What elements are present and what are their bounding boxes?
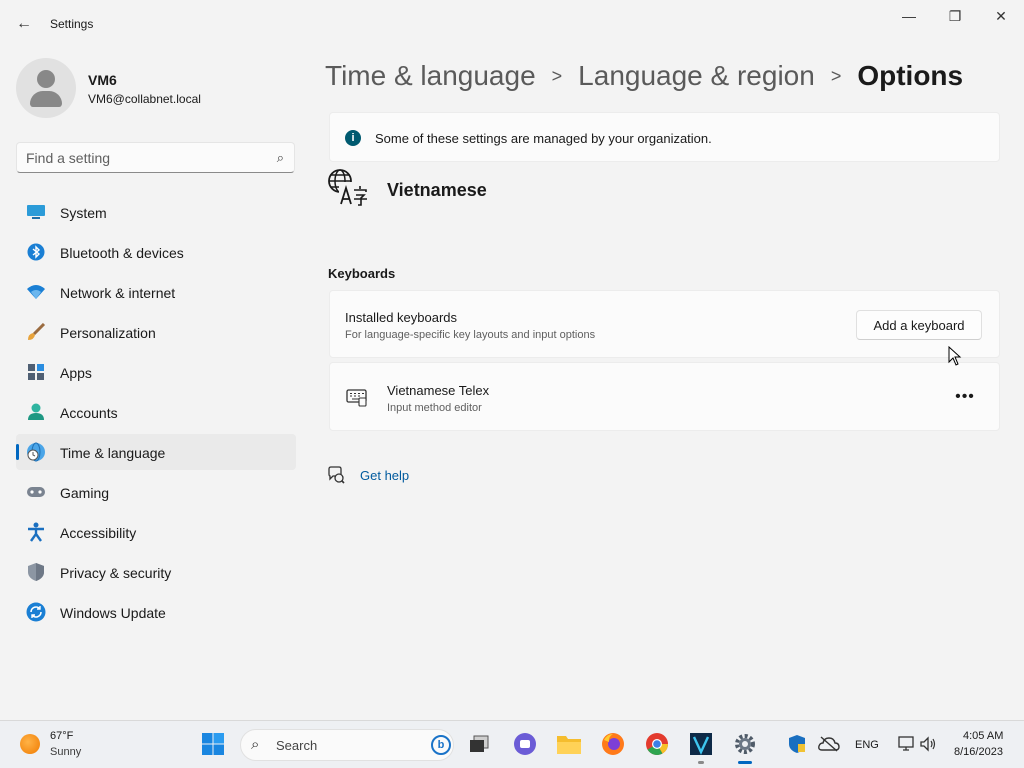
sidebar-item-apps[interactable]: Apps [16,354,296,390]
keyboard-list-item: Vietnamese Telex Input method editor ••• [329,362,1000,431]
sidebar-item-gaming[interactable]: Gaming [16,474,296,510]
installed-keyboards-subtitle: For language-specific key layouts and in… [345,329,596,341]
avatar [16,58,76,118]
sidebar-nav: System Bluetooth & devices Network & int… [16,194,296,634]
sidebar-item-label: Apps [60,365,92,381]
taskbar-search[interactable]: ⌕ Search b [240,729,454,761]
help-icon [327,466,345,484]
breadcrumb: Time & language > Language & region > Op… [325,58,963,94]
sidebar-item-label: Privacy & security [60,565,172,581]
add-keyboard-button[interactable]: Add a keyboard [856,310,982,340]
chevron-right-icon: > [551,65,563,86]
time-language-icon [26,442,46,462]
get-help-link[interactable]: Get help [360,468,409,483]
user-name: VM6 [88,72,117,88]
breadcrumb-language-region[interactable]: Language & region [578,60,815,92]
accessibility-icon [26,522,46,542]
taskbar: 67°F Sunny ⌕ Search b ENG 4:05 AM 8/16/2… [0,720,1024,768]
installed-keyboards-title: Installed keyboards [345,310,458,325]
sidebar-item-label: Time & language [60,445,166,461]
taskbar-search-label: Search [276,738,318,753]
brush-icon [26,323,46,341]
user-profile[interactable]: VM6 VM6@collabnet.local [16,58,296,118]
search-icon: ⌕ [276,150,284,165]
update-icon [26,602,46,622]
file-explorer-icon[interactable] [556,731,582,757]
sidebar-item-label: Bluetooth & devices [60,245,184,261]
gamepad-icon [26,483,46,501]
language-icon [327,168,371,208]
chevron-right-icon: > [830,65,842,86]
weather-condition: Sunny [50,746,82,758]
defender-icon[interactable] [784,731,810,757]
sidebar-item-windows-update[interactable]: Windows Update [16,594,296,630]
page-title: Options [857,60,964,91]
sidebar-item-accounts[interactable]: Accounts [16,394,296,430]
keyboard-name: Vietnamese Telex [387,383,490,398]
sidebar-item-privacy[interactable]: Privacy & security [16,554,296,590]
sidebar-item-personalization[interactable]: Personalization [16,314,296,350]
sidebar-item-system[interactable]: System [16,194,296,230]
close-button[interactable]: ✕ [978,0,1024,32]
sidebar-item-label: Network & internet [60,285,176,301]
keyboard-icon [346,387,368,407]
onedrive-offline-icon[interactable] [816,731,842,757]
wifi-icon [26,283,46,301]
chat-icon[interactable] [512,731,538,757]
running-indicator-active [738,761,752,764]
settings-gear-icon[interactable] [732,731,758,757]
maximize-button[interactable]: ❐ [932,0,978,32]
sidebar-item-label: System [60,205,107,221]
weather-widget[interactable]: 67°F Sunny [20,730,140,762]
back-button[interactable]: ← [12,12,36,36]
start-icon[interactable] [200,731,226,757]
installed-keyboards-card: Installed keyboards For language-specifi… [329,290,1000,358]
sun-icon [20,734,40,754]
vm-app-icon[interactable] [688,731,714,757]
managed-notice: i Some of these settings are managed by … [329,112,1000,162]
clock-date[interactable]: 8/16/2023 [954,746,1003,758]
keyboards-section-title: Keyboards [328,266,396,281]
keyboard-type: Input method editor [387,402,482,414]
settings-search[interactable]: ⌕ [16,142,295,173]
sidebar-item-label: Windows Update [60,605,166,621]
more-options-button[interactable]: ••• [950,385,980,409]
language-header: Vietnamese [327,168,727,212]
sidebar-item-network[interactable]: Network & internet [16,274,296,310]
search-icon: ⌕ [251,736,260,753]
shield-icon [26,563,46,581]
bing-icon[interactable]: b [431,735,451,755]
user-email: VM6@collabnet.local [88,92,201,106]
sidebar-item-label: Accessibility [60,525,137,541]
sidebar-item-label: Personalization [60,325,156,341]
notice-text: Some of these settings are managed by yo… [375,131,712,146]
minimize-button[interactable]: — [886,0,932,32]
task-view-icon[interactable] [466,731,492,757]
clock-time[interactable]: 4:05 AM [963,730,1003,742]
info-icon: i [345,130,361,146]
input-language-indicator[interactable]: ENG [855,739,879,751]
weather-temp: 67°F [50,730,74,742]
title-bar: ← Settings — ❐ ✕ [0,0,1024,48]
firefox-icon[interactable] [600,731,626,757]
sidebar-item-label: Accounts [60,405,118,421]
apps-icon [26,363,46,381]
search-input[interactable] [26,149,266,167]
sidebar-item-accessibility[interactable]: Accessibility [16,514,296,550]
mouse-cursor-icon [948,345,962,366]
volume-icon[interactable] [915,731,941,757]
sidebar-item-label: Gaming [60,485,110,501]
accounts-icon [26,403,46,421]
app-title: Settings [50,17,94,31]
bluetooth-icon [26,243,46,261]
sidebar-item-bluetooth[interactable]: Bluetooth & devices [16,234,296,270]
running-indicator [698,761,704,764]
chrome-icon[interactable] [644,731,670,757]
system-icon [26,203,46,221]
sidebar-item-time-language[interactable]: Time & language [16,434,296,470]
language-name: Vietnamese [387,180,487,200]
breadcrumb-time-language[interactable]: Time & language [325,60,536,92]
